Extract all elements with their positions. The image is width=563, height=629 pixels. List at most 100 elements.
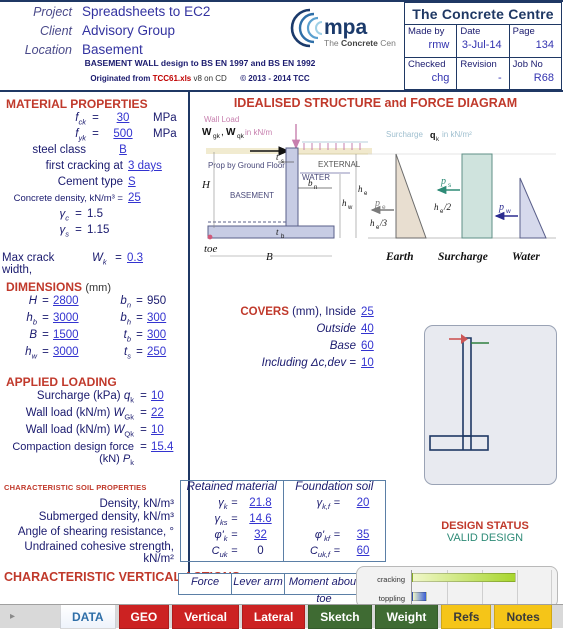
soil-density-retained-cell: γk = 21.8 [181,497,284,513]
fck-equals: = [92,112,99,124]
chart-plot-area [411,570,552,606]
svg-text:toe: toe [204,243,218,255]
svg-text:k: k [436,137,440,143]
compaction-force-label: Compaction design force (kN) Pk [12,441,134,468]
project-value[interactable]: Spreadsheets to EC2 [78,4,210,19]
fck-row: fck = 30 MPa [0,112,188,128]
sheet-tab-data[interactable]: DATA [60,605,116,629]
revision-cell: Revision - [457,58,510,89]
sheet-tab-lateral[interactable]: Lateral [241,605,306,629]
sheet-tab-weight[interactable]: Weight [374,605,439,629]
dim-bn-row: bn = 950 [94,295,188,312]
svg-text:h: h [342,198,347,208]
client-value[interactable]: Advisory Group [78,23,175,38]
surcharge-load-input[interactable]: 10 [148,390,188,402]
title-block-row-1: Made by rmw Date 3-Jul-14 Page 134 [405,25,561,57]
cement-type-input[interactable]: S [128,176,182,188]
date-value[interactable]: 3-Jul-14 [460,38,505,52]
made-by-cell: Made by rmw [405,25,458,57]
dim-hb-input[interactable]: 3000 [50,312,94,324]
compaction-force-input[interactable]: 15.4 [148,441,188,453]
vertical-actions-col-moment: Moment about toe [288,576,360,605]
page-label: Page [512,26,535,37]
vertical-actions-col-lever-arm: Lever arm [232,574,285,594]
date-cell: Date 3-Jul-14 [457,25,510,57]
svg-text:mpa: mpa [324,16,368,39]
cover-inside-label: COVERS (mm), Inside [240,306,356,318]
dim-bh-input[interactable]: 300 [144,312,188,324]
soil-shearing-foundation-input[interactable]: 35 [341,529,385,541]
cover-outside-input[interactable]: 40 [361,323,385,335]
soil-density-retained-equals: = [231,497,238,509]
soil-table-row-submerged: γks = 14.6 [181,513,385,529]
cover-inside-row: COVERS (mm), Inside 25 [230,306,385,323]
svg-text:BASEMENT: BASEMENT [230,191,274,200]
svg-text:qk: qk [237,133,245,140]
sheet-nav-arrow-icon[interactable]: ▸ [10,611,15,622]
sheet-tab-geo[interactable]: GEO [118,605,170,629]
wall-load-qk-input[interactable]: 10 [148,424,188,436]
svg-text:in kN/m²: in kN/m² [442,130,472,139]
soil-table-row-cohesive: Cuk = 0 Cuk,f = 60 [181,545,385,561]
dim-tb-input[interactable]: 300 [144,329,188,341]
revision-value[interactable]: - [460,71,505,85]
origin-version: v8 on CD [193,74,227,83]
first-cracking-input[interactable]: 3 days [128,160,182,172]
soil-cohesive-foundation-input[interactable]: 60 [341,545,385,557]
copyright-text: © 2013 - 2014 TCC [240,74,310,83]
sheet-tab-notes[interactable]: Notes [494,605,552,629]
soil-cohesive-retained-value[interactable]: 0 [239,545,283,557]
cover-outside-row: Outside 40 [230,323,385,340]
cover-inside-input[interactable]: 25 [361,306,385,318]
gamma-s-row: γs = 1.15 [0,224,188,240]
gamma-s-equals: = [75,224,82,236]
soil-shearing-foundation-symbol: φ'kf [314,529,330,544]
svg-text:w: w [347,205,353,211]
location-value[interactable]: Basement [78,42,143,57]
cover-base-input[interactable]: 60 [361,340,385,352]
applied-loading-heading: APPLIED LOADING [6,375,117,389]
jobno-label: Job No [512,59,543,70]
concrete-centre-title: The Concrete Centre [405,3,561,25]
dim-hw-input[interactable]: 3000 [50,346,94,358]
svg-text:W: W [202,127,212,138]
max-crack-width-input[interactable]: 0.3 [123,252,159,264]
fyk-input[interactable]: 500 [100,128,146,140]
fck-input[interactable]: 30 [100,112,146,124]
steel-class-input[interactable]: B [100,144,146,156]
soil-shearing-retained-symbol: φ'k [214,529,228,544]
soil-submerged-retained-input[interactable]: 14.6 [239,513,283,525]
jobno-value[interactable]: R68 [513,71,558,85]
dim-hb-row: hb = 3000 [0,312,94,329]
sheet-tab-refs[interactable]: Refs [441,605,492,629]
made-by-value[interactable]: rmw [408,38,453,52]
soil-row-label-shearing: Angle of shearing resistance, ° [17,526,174,538]
dim-ts-input[interactable]: 250 [144,346,188,358]
soil-col-retained-header: Retained material [181,481,284,497]
checked-value[interactable]: chg [408,71,453,85]
sheet-tab-sketch[interactable]: Sketch [308,605,372,629]
chart-label-cracking: cracking [377,575,405,584]
dim-B-input[interactable]: 1500 [50,329,94,341]
gamma-s-value: 1.15 [87,224,110,236]
dim-B-row: B = 1500 [0,329,94,346]
chart-gridline [551,570,552,606]
soil-shearing-retained-input[interactable]: 32 [239,529,283,541]
soil-density-foundation-input[interactable]: 20 [341,497,385,509]
page-value[interactable]: 134 [513,38,558,52]
soil-density-retained-input[interactable]: 21.8 [239,497,283,509]
dim-bn-equals: = [136,295,143,307]
wall-load-qk-equals: = [140,424,147,436]
svg-text:q: q [430,130,436,140]
surcharge-load-row: Surcharge (kPa) qk = 10 [0,390,188,407]
concrete-density-label: Concrete density, kN/m³ = [13,193,123,204]
dim-H-input[interactable]: 2800 [50,295,94,307]
surcharge-load-equals: = [140,390,147,402]
sheet-tab-vertical[interactable]: Vertical [172,605,239,629]
svg-text:w: w [505,208,511,215]
header-rule-bottom [0,90,563,92]
gamma-c-label: γc [59,208,70,223]
wall-load-gk-input[interactable]: 22 [148,407,188,419]
concrete-density-input[interactable]: 25 [128,192,182,204]
cover-deviation-input[interactable]: 10 [361,357,385,369]
